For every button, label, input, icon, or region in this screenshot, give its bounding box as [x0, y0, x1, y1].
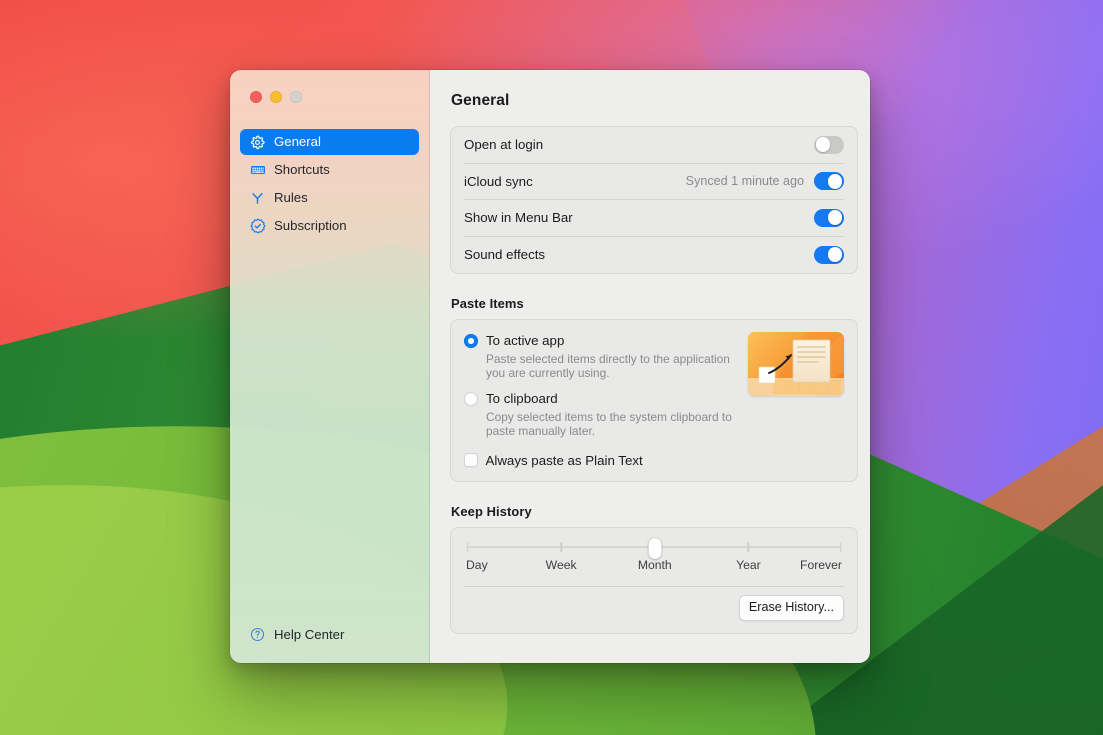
history-slider[interactable]: Day Week Month Year Forever	[464, 537, 844, 576]
sidebar-footer: Help Center	[230, 622, 429, 663]
sidebar: General Shortcuts Rules Subscription Hel…	[230, 70, 430, 663]
sidebar-item-general[interactable]: General	[240, 129, 419, 155]
content-scroll-area: General Open at login iCloud sync Synced…	[430, 92, 870, 634]
question-circle-icon	[249, 626, 266, 643]
sidebar-item-rules[interactable]: Rules	[240, 185, 419, 211]
paste-option-description: Copy selected items to the system clipbo…	[486, 409, 732, 439]
paste-option-title: To clipboard	[486, 390, 558, 406]
slider-label-month: Month	[637, 557, 672, 572]
setting-row-show-in-menu-bar: Show in Menu Bar	[464, 200, 844, 237]
slider-thumb[interactable]	[648, 537, 662, 559]
slider-track[interactable]	[466, 537, 842, 559]
paste-option-description: Paste selected items directly to the app…	[486, 352, 730, 381]
erase-history-button[interactable]: Erase History...	[738, 595, 844, 621]
keep-history-card: Day Week Month Year Forever Erase Histor…	[450, 526, 858, 634]
radio-to-active-app[interactable]	[464, 334, 478, 348]
zoom-button[interactable]	[290, 91, 302, 103]
paste-items-card: To active app Paste selected items direc…	[450, 319, 858, 482]
slider-tick	[840, 541, 842, 552]
sidebar-nav: General Shortcuts Rules Subscription	[230, 114, 429, 241]
general-settings-card: Open at login iCloud sync Synced 1 minut…	[450, 126, 858, 274]
setting-label: Sound effects	[464, 247, 546, 263]
content-panel: General Open at login iCloud sync Synced…	[430, 70, 870, 663]
slider-tick-labels: Day Week Month Year Forever	[466, 558, 842, 576]
setting-row-open-at-login: Open at login	[464, 127, 844, 164]
sidebar-item-label: Rules	[274, 190, 308, 206]
sidebar-item-label: Shortcuts	[274, 162, 330, 178]
always-paste-plain-text-checkbox[interactable]	[464, 453, 478, 467]
paste-option-title: To active app	[486, 333, 565, 348]
paste-options-group: To active app Paste selected items direc…	[464, 332, 738, 439]
paste-to-app-illustration	[748, 332, 844, 396]
setting-row-sound-effects: Sound effects	[464, 237, 844, 274]
gear-icon	[249, 134, 266, 151]
help-center-label: Help Center	[274, 626, 345, 642]
paste-option-to-clipboard[interactable]: To clipboard Copy selected items to the …	[464, 390, 738, 439]
sidebar-item-label: General	[274, 134, 321, 150]
slider-tick	[747, 541, 750, 552]
radio-to-clipboard[interactable]	[464, 391, 478, 406]
seal-check-icon	[249, 218, 266, 235]
sidebar-item-shortcuts[interactable]: Shortcuts	[240, 157, 419, 183]
settings-window: General Shortcuts Rules Subscription Hel…	[230, 70, 870, 663]
branch-icon	[249, 190, 266, 207]
paste-option-to-active-app[interactable]: To active app Paste selected items direc…	[464, 332, 738, 381]
minimize-button[interactable]	[270, 91, 282, 103]
slider-tick	[466, 541, 469, 552]
plain-text-option-row[interactable]: Always paste as Plain Text	[464, 453, 844, 468]
sidebar-item-subscription[interactable]: Subscription	[240, 213, 419, 239]
show-in-menu-bar-toggle[interactable]	[814, 208, 844, 227]
setting-label: Open at login	[464, 137, 544, 153]
window-controls	[230, 70, 429, 114]
slider-label-day: Day	[466, 557, 488, 572]
icloud-sync-status: Synced 1 minute ago	[685, 174, 804, 189]
sidebar-item-label: Subscription	[274, 218, 347, 234]
keep-history-heading: Keep History	[451, 503, 532, 519]
help-center-button[interactable]: Help Center	[240, 622, 419, 646]
desktop-wallpaper: General Shortcuts Rules Subscription Hel…	[0, 0, 1103, 735]
slider-label-year: Year	[736, 557, 761, 572]
slider-tick	[560, 541, 562, 552]
slider-label-forever: Forever	[800, 557, 842, 572]
paste-items-heading: Paste Items	[451, 296, 524, 311]
open-at-login-toggle[interactable]	[814, 135, 844, 154]
setting-label: iCloud sync	[464, 173, 533, 189]
slider-label-week: Week	[545, 557, 577, 572]
setting-label: Show in Menu Bar	[464, 210, 573, 226]
sound-effects-toggle[interactable]	[814, 245, 844, 264]
icloud-sync-toggle[interactable]	[814, 172, 844, 191]
page-title: General	[451, 92, 510, 109]
always-paste-plain-text-label: Always paste as Plain Text	[485, 452, 643, 468]
history-actions: Erase History...	[464, 586, 844, 621]
keyboard-icon	[249, 162, 266, 179]
setting-row-icloud-sync: iCloud sync Synced 1 minute ago	[464, 164, 844, 200]
close-button[interactable]	[250, 91, 262, 103]
